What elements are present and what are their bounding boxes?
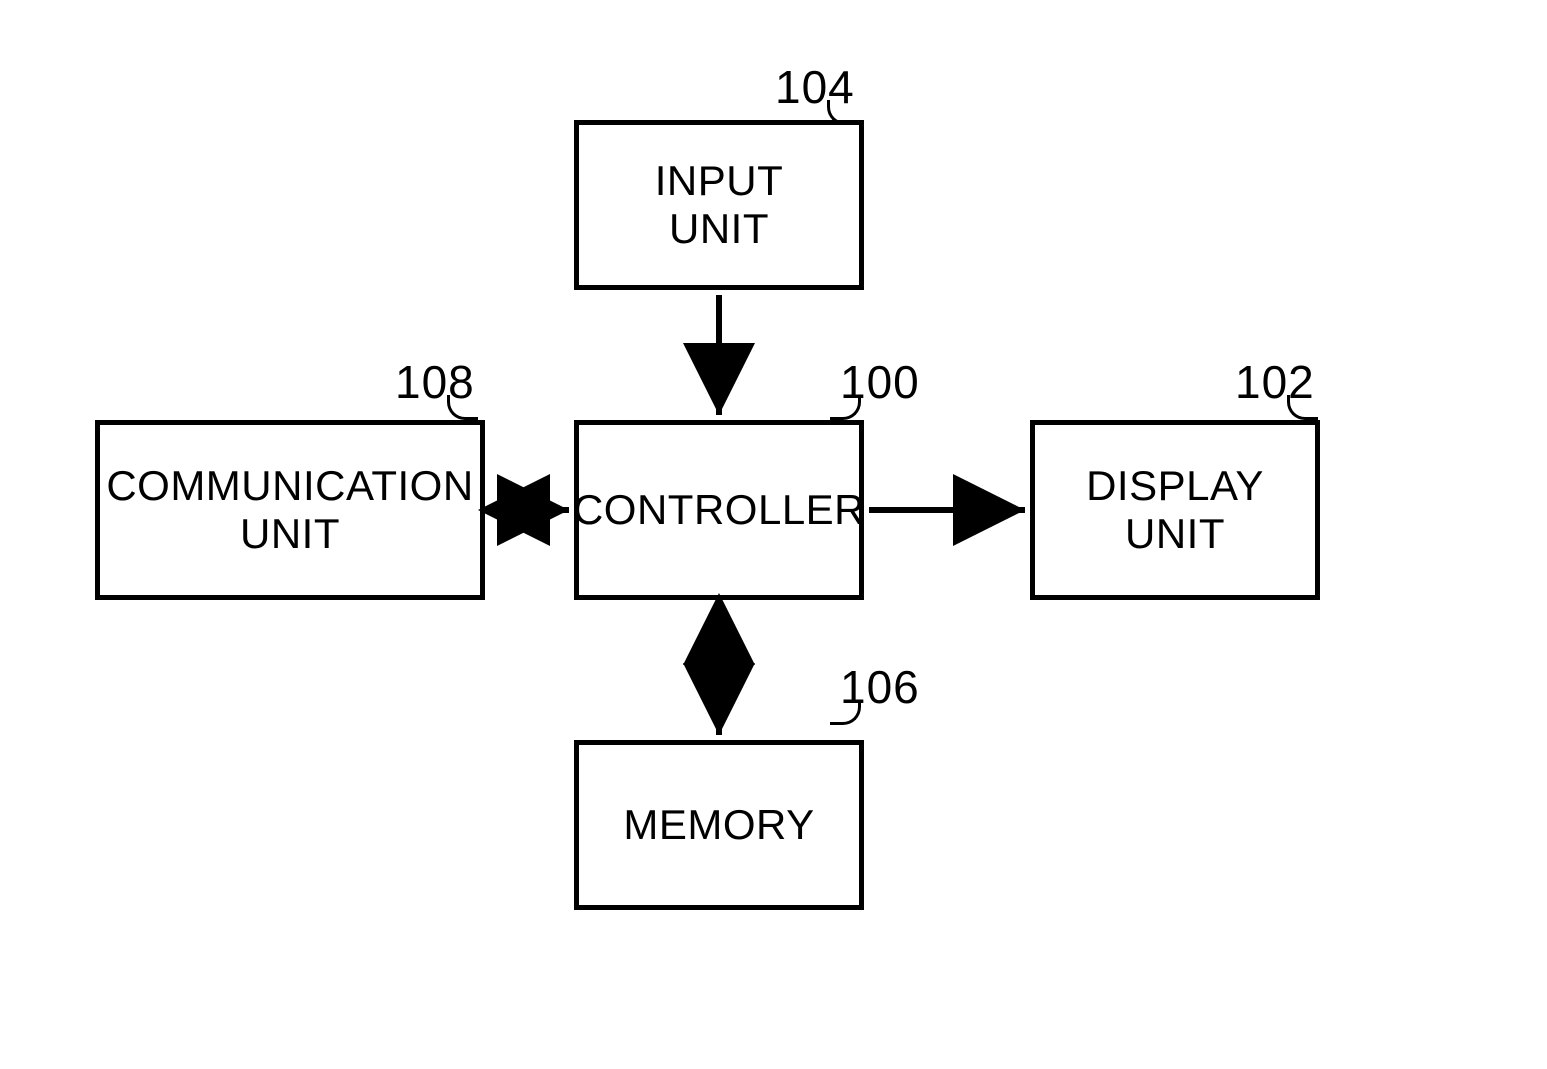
- block-display-unit: DISPLAYUNIT: [1030, 420, 1320, 600]
- block-communication-unit-label: COMMUNICATIONUNIT: [106, 462, 473, 559]
- block-input-unit-label: INPUTUNIT: [655, 157, 784, 254]
- leader-communication: [447, 395, 478, 420]
- block-display-unit-label: DISPLAYUNIT: [1086, 462, 1264, 559]
- leader-controller: [830, 395, 861, 420]
- block-diagram: INPUTUNIT 104 COMMUNICATIONUNIT 108 CONT…: [0, 0, 1547, 1069]
- block-controller: CONTROLLER: [574, 420, 864, 600]
- block-memory: MEMORY: [574, 740, 864, 910]
- leader-memory: [830, 700, 861, 725]
- leader-display: [1287, 395, 1318, 420]
- block-input-unit: INPUTUNIT: [574, 120, 864, 290]
- block-memory-label: MEMORY: [623, 801, 814, 849]
- block-communication-unit: COMMUNICATIONUNIT: [95, 420, 485, 600]
- block-controller-label: CONTROLLER: [573, 486, 865, 534]
